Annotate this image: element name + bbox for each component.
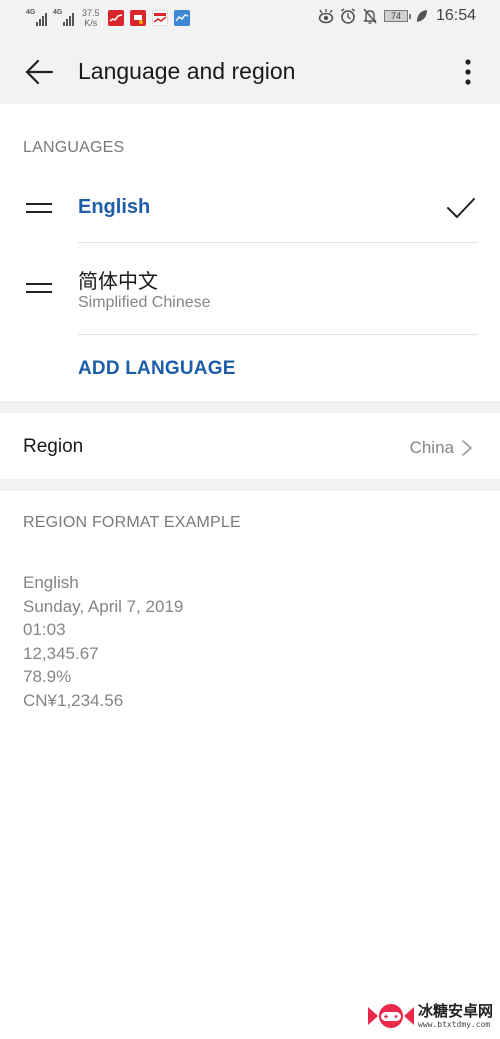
watermark-title: 冰糖安卓网: [418, 1002, 494, 1020]
chevron-right-icon: [462, 440, 472, 456]
language-item-chinese[interactable]: 简体中文 Simplified Chinese: [0, 243, 500, 334]
signal-icon: 4G: [26, 9, 47, 26]
battery-icon: 74: [383, 10, 411, 22]
checkmark-icon: [447, 198, 475, 218]
finance-app-icon: [173, 10, 190, 26]
region-row[interactable]: Region China: [0, 413, 500, 479]
language-name: 简体中文: [78, 271, 158, 293]
language-name: English: [78, 196, 151, 218]
network-speed: 37.5 K/s: [82, 8, 100, 28]
mute-icon: [362, 7, 378, 25]
back-button[interactable]: [22, 55, 56, 89]
section-separator: [0, 479, 500, 491]
region-label: Region: [23, 436, 84, 457]
drag-handle-icon[interactable]: [26, 203, 52, 213]
page-title: Language and region: [78, 58, 296, 84]
region-value: China: [409, 438, 454, 457]
languages-section-header: LANGUAGES: [23, 139, 125, 156]
watermark: 冰糖安卓网 www.btxtdmy.com: [368, 1003, 493, 1029]
add-language-button[interactable]: ADD LANGUAGE: [78, 358, 236, 380]
chart-app-icon: [151, 10, 168, 26]
stock-app-icon: [107, 10, 124, 26]
leaf-icon: [416, 7, 428, 25]
example-number: 12,345.67: [23, 643, 99, 663]
camera-app-icon: [129, 10, 146, 26]
more-options-button[interactable]: [456, 56, 480, 88]
example-time: 01:03: [23, 620, 66, 639]
example-date: Sunday, April 7, 2019: [23, 596, 184, 616]
speed-value: 37.5: [82, 8, 100, 18]
watermark-url: www.btxtdmy.com: [418, 1019, 491, 1029]
watermark-logo-icon: [368, 1003, 414, 1029]
signal-icon: 4G: [53, 9, 74, 26]
network-type-label: 4G: [53, 9, 63, 16]
arrow-left-icon: [25, 59, 54, 85]
divider: [78, 334, 478, 335]
example-percent: 78.9%: [23, 667, 72, 686]
alarm-icon: [340, 7, 356, 25]
drag-handle-icon[interactable]: [26, 283, 52, 293]
eye-comfort-icon: [318, 7, 334, 25]
speed-unit: K/s: [84, 18, 98, 28]
more-vertical-icon: [465, 59, 471, 85]
status-bar: 4G 4G 37.5 K/s 74 16:54: [0, 0, 500, 38]
language-item-english[interactable]: English: [0, 180, 500, 242]
language-subtitle: Simplified Chinese: [78, 294, 211, 311]
region-format-example: English Sunday, April 7, 2019 01:03 12,3…: [23, 571, 183, 712]
section-separator: [0, 401, 500, 413]
region-format-header: REGION FORMAT EXAMPLE: [23, 514, 241, 531]
example-language: English: [23, 573, 79, 592]
app-bar: Language and region: [0, 38, 500, 104]
example-currency: CN¥1,234.56: [23, 690, 124, 710]
network-type-label: 4G: [26, 9, 36, 16]
clock: 16:54: [435, 7, 476, 24]
